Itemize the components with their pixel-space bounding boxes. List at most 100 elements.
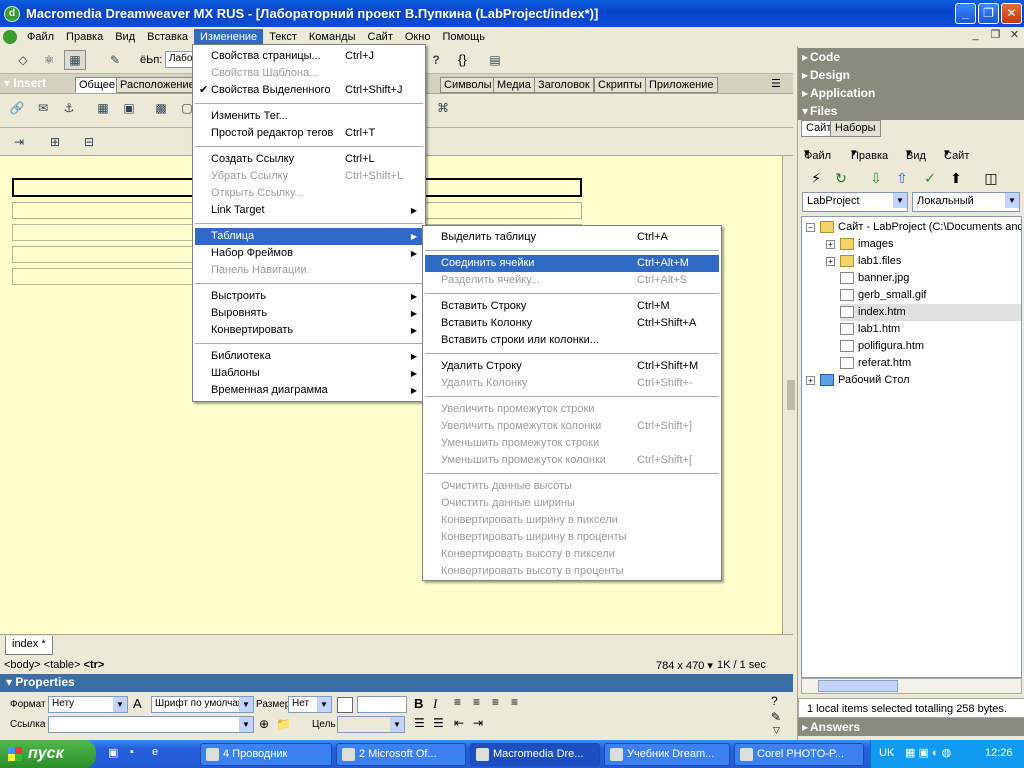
menu-item[interactable]: Конвертировать ▶ bbox=[195, 322, 423, 339]
answers-panel-header[interactable]: Answers bbox=[798, 718, 1024, 736]
email-link-icon[interactable]: ✉ bbox=[32, 98, 54, 118]
quick-launch-ie-icon[interactable]: e bbox=[152, 746, 158, 758]
menu-item[interactable]: Соединить ячейки Ctrl+Alt+M bbox=[425, 255, 719, 272]
indent-icon[interactable]: ⇥ bbox=[473, 716, 483, 730]
tag-selector[interactable]: <body> <table> <tr> bbox=[4, 659, 104, 671]
menu-item[interactable]: Link Target ▶ bbox=[195, 202, 423, 219]
size-select[interactable]: Нет ▼ bbox=[288, 696, 332, 713]
design-panel-header[interactable]: Design bbox=[798, 66, 1024, 84]
taskbar-button[interactable]: 2 Microsoft Of... bbox=[336, 743, 466, 766]
tree-file[interactable]: referat.htm bbox=[840, 355, 1021, 372]
menu-item[interactable]: Вставить строки или колонки... bbox=[425, 332, 719, 349]
expand-toggle-icon[interactable]: + bbox=[826, 240, 835, 249]
menu-2[interactable]: Вид bbox=[109, 29, 141, 45]
menu-6[interactable]: Команды bbox=[303, 29, 362, 45]
layer-icon[interactable]: ▣ bbox=[118, 98, 140, 118]
tree-horizontal-scrollbar[interactable] bbox=[801, 678, 1022, 694]
expand-panel-icon[interactable]: ◫ bbox=[981, 168, 1001, 188]
tree-file[interactable]: index.htm bbox=[840, 304, 1021, 321]
taskbar-button[interactable]: Corel PHOTO-P... bbox=[734, 743, 864, 766]
menu-item[interactable]: Выстроить ▶ bbox=[195, 288, 423, 305]
title-input[interactable]: Лабо bbox=[165, 51, 195, 68]
code-view-icon[interactable]: ◇ bbox=[12, 50, 34, 70]
expand-properties-icon[interactable]: ▽ bbox=[773, 725, 780, 736]
format-select[interactable]: Нету ▼ bbox=[48, 696, 128, 713]
menu-item[interactable]: Создать Ссылку Ctrl+L bbox=[195, 151, 423, 168]
ordered-list-icon[interactable]: ☰ bbox=[433, 716, 444, 730]
code-panel-header[interactable]: Code bbox=[798, 48, 1024, 66]
menu-item[interactable]: Библиотека ▶ bbox=[195, 348, 423, 365]
files-panel-header[interactable]: Files bbox=[798, 102, 1024, 120]
menu-0[interactable]: Файл bbox=[21, 29, 60, 45]
anchor-icon[interactable]: ⚓ bbox=[58, 98, 80, 118]
font-select[interactable]: Шрифт по умолчан ▼ bbox=[151, 696, 254, 713]
quick-tag-editor-icon[interactable]: ✎ bbox=[771, 710, 781, 724]
panel-collapse-handle[interactable] bbox=[787, 380, 795, 410]
menu-1[interactable]: Правка bbox=[60, 29, 109, 45]
help-icon[interactable]: ? bbox=[771, 694, 778, 708]
files-menu-edit[interactable]: Правка ▾ bbox=[851, 146, 888, 162]
check-in-icon[interactable]: ⬆ bbox=[946, 168, 966, 188]
taskbar-button[interactable]: Учебник Dream... bbox=[604, 743, 730, 766]
menu-item[interactable]: Временная диаграмма ▶ bbox=[195, 382, 423, 399]
css-style-icon[interactable]: A bbox=[133, 696, 142, 711]
menu-item[interactable]: Свойства страницы... Ctrl+J bbox=[195, 48, 423, 65]
tray-icons[interactable]: ▦ ▣ ◐ ◍ bbox=[905, 746, 951, 759]
tag-chooser-icon[interactable]: ⌘ bbox=[432, 98, 454, 118]
help-icon[interactable]: ? bbox=[425, 50, 447, 70]
site-select[interactable]: LabProject ▼ bbox=[802, 192, 908, 212]
insert-tab-2[interactable]: Символы bbox=[440, 77, 496, 93]
menu-item[interactable]: Вставить Строку Ctrl+M bbox=[425, 298, 719, 315]
tree-folder[interactable]: + images bbox=[826, 236, 1021, 253]
minimize-button[interactable]: _ bbox=[955, 3, 976, 24]
insert-tab-5[interactable]: Скрипты bbox=[594, 77, 646, 93]
insert-tab-6[interactable]: Приложение bbox=[645, 77, 718, 93]
code-navigation-icon[interactable]: {} bbox=[458, 52, 467, 67]
expand-toggle-icon[interactable]: + bbox=[806, 376, 815, 385]
tab-assets[interactable]: Наборы bbox=[830, 120, 881, 137]
italic-button[interactable]: I bbox=[433, 696, 437, 712]
scroll-thumb[interactable] bbox=[818, 680, 898, 692]
insert-tab-4[interactable]: Заголовок bbox=[534, 77, 594, 93]
expand-toggle-icon[interactable]: − bbox=[806, 223, 815, 232]
unordered-list-icon[interactable]: ☰ bbox=[414, 716, 425, 730]
files-menu-view[interactable]: Вид ▾ bbox=[906, 146, 926, 162]
outdent-icon[interactable]: ⇤ bbox=[454, 716, 464, 730]
expand-toggle-icon[interactable]: + bbox=[826, 257, 835, 266]
text-color-picker[interactable] bbox=[337, 697, 353, 713]
menu-3[interactable]: Вставка bbox=[141, 29, 194, 45]
table-layout-icon[interactable]: ⊞ bbox=[44, 132, 66, 152]
menu-item[interactable]: Удалить Строку Ctrl+Shift+M bbox=[425, 358, 719, 375]
menu-item[interactable]: ✔ Свойства Выделенного Ctrl+Shift+J bbox=[195, 82, 423, 99]
menu-item[interactable]: Шаблоны ▶ bbox=[195, 365, 423, 382]
menu-item[interactable]: Изменить Тег... bbox=[195, 108, 423, 125]
table-icon[interactable]: ▦ bbox=[92, 98, 114, 118]
taskbar-button[interactable]: 4 Проводник bbox=[200, 743, 332, 766]
menu-8[interactable]: Окно bbox=[399, 29, 437, 45]
menu-item[interactable]: Набор Фреймов ▶ bbox=[195, 245, 423, 262]
restore-button[interactable]: ❐ bbox=[978, 3, 999, 24]
quick-launch-save-icon[interactable]: ▪ bbox=[130, 746, 134, 758]
hyperlink-icon[interactable]: 🔗 bbox=[6, 98, 28, 118]
tree-folder[interactable]: + lab1.files bbox=[826, 253, 1021, 270]
link-input[interactable]: ▼ bbox=[48, 716, 254, 733]
files-menu-site[interactable]: Сайт ▾ bbox=[944, 146, 969, 162]
tree-file[interactable]: polifigura.htm bbox=[840, 338, 1021, 355]
menu-5[interactable]: Текст bbox=[263, 29, 303, 45]
connect-icon[interactable]: ⚡ bbox=[806, 168, 826, 188]
menu-item[interactable]: Таблица ▶ bbox=[195, 228, 423, 245]
refresh-icon[interactable]: ↻ bbox=[831, 168, 851, 188]
menu-7[interactable]: Сайт bbox=[362, 29, 399, 45]
get-files-icon[interactable]: ⇩ bbox=[866, 168, 886, 188]
doc-close-icon[interactable]: ✕ bbox=[1006, 28, 1023, 43]
menu-9[interactable]: Помощь bbox=[436, 29, 491, 45]
doc-minimize-icon[interactable]: _ bbox=[967, 28, 984, 43]
tree-file[interactable]: banner.jpg bbox=[840, 270, 1021, 287]
panel-options-icon[interactable]: ☰ bbox=[771, 77, 781, 90]
image-icon[interactable]: ▩ bbox=[150, 98, 172, 118]
start-button[interactable]: пуск bbox=[0, 740, 96, 768]
menu-item[interactable]: Выровнять ▶ bbox=[195, 305, 423, 322]
tree-folder[interactable]: − Сайт - LabProject (C:\Documents and bbox=[806, 219, 1021, 236]
application-panel-header[interactable]: Application bbox=[798, 84, 1024, 102]
view-options-icon[interactable]: ▤ bbox=[484, 50, 506, 70]
